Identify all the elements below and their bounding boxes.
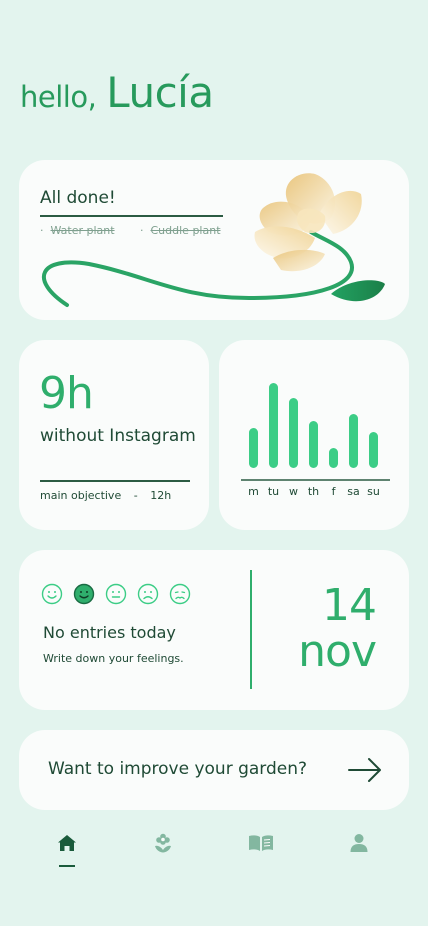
plant-icon — [155, 833, 171, 853]
task-item[interactable]: · Water plant — [40, 224, 115, 237]
bottom-nav — [0, 832, 428, 872]
chart-tick-label: m — [248, 485, 259, 498]
tasks-card[interactable]: All done! · Water plant · Cuddle plant — [19, 160, 409, 320]
chart-bar-w — [289, 398, 298, 468]
objective-label: main objective — [40, 489, 122, 502]
tired-face-icon[interactable] — [169, 583, 191, 605]
chart-tick-label: w — [289, 485, 298, 498]
mood-selector — [41, 583, 191, 605]
screen-time-card[interactable]: 9h without Instagram main objective - 12… — [19, 340, 209, 530]
profile-icon — [350, 834, 368, 852]
date-month: nov — [298, 626, 377, 677]
chart-bar-sa — [349, 414, 358, 468]
objective-separator: - — [133, 489, 138, 502]
chart-tick-label: th — [308, 485, 319, 498]
screen-time-label: without Instagram — [40, 426, 196, 446]
chart-bar-f — [329, 448, 338, 468]
task-label: Water plant — [50, 224, 115, 237]
neutral-face-icon[interactable] — [105, 583, 127, 605]
chart-bar-su — [369, 432, 378, 468]
objective-row: main objective - 12h — [40, 489, 171, 502]
home-icon — [58, 835, 76, 851]
tasks-divider — [40, 215, 223, 217]
chart-bar-m — [249, 428, 258, 468]
bullet-icon: · — [140, 224, 144, 237]
chart-bar-th — [309, 421, 318, 468]
journal-icon — [249, 835, 273, 851]
mood-subtitle: Write down your feelings. — [43, 652, 184, 665]
nav-active-indicator — [59, 865, 75, 867]
chart-tick-label: f — [332, 485, 337, 498]
improve-garden-label: Want to improve your garden? — [48, 759, 308, 779]
screen-time-divider — [40, 480, 190, 482]
screen-time-value: 9h — [39, 368, 94, 419]
task-item[interactable]: · Cuddle plant — [140, 224, 221, 237]
chart-bar-tu — [269, 383, 278, 468]
chart-tick-label: su — [367, 485, 380, 498]
mood-card[interactable]: No entries today Write down your feeling… — [19, 550, 409, 710]
nav-journal[interactable] — [241, 832, 281, 872]
arrow-right-icon — [348, 758, 381, 782]
greeting-hello: hello, — [20, 80, 97, 114]
nav-profile[interactable] — [339, 832, 379, 872]
plant-illustration — [41, 173, 385, 307]
task-label: Cuddle plant — [150, 224, 221, 237]
bullet-icon: · — [40, 224, 44, 237]
greeting-name: Lucía — [106, 68, 214, 117]
objective-value: 12h — [150, 489, 172, 502]
sad-face-icon[interactable] — [137, 583, 159, 605]
chart-tick-label: tu — [268, 485, 279, 498]
date-day: 14 — [322, 580, 377, 631]
mood-divider — [250, 570, 252, 689]
smile-face-icon[interactable] — [73, 583, 95, 605]
tasks-title: All done! — [40, 188, 116, 208]
weekly-chart-card[interactable]: m tu w th f sa su — [219, 340, 409, 530]
weekly-bar-chart: m tu w th f sa su — [241, 383, 390, 498]
mood-title: No entries today — [43, 623, 176, 642]
happy-face-icon[interactable] — [41, 583, 63, 605]
nav-plant[interactable] — [143, 832, 183, 872]
chart-tick-label: sa — [347, 485, 359, 498]
greeting: hello, Lucía — [20, 68, 214, 117]
improve-garden-button[interactable]: Want to improve your garden? — [19, 730, 409, 810]
